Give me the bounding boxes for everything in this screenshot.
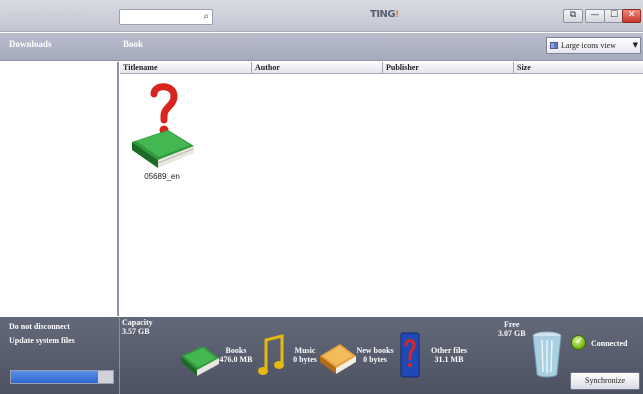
close-icon[interactable]: ✕ (622, 9, 641, 23)
column-titlename[interactable]: Titlename (120, 62, 251, 74)
book-item[interactable]: 05689_en (124, 80, 200, 192)
column-size[interactable]: Size (513, 62, 643, 74)
view-select-value: Large icons view (561, 41, 616, 50)
book-help-icon (132, 83, 194, 168)
search-input[interactable]: ⌕ (119, 9, 213, 25)
update-status-text: Update system files (9, 336, 75, 345)
trash-icon[interactable] (530, 330, 564, 380)
books-size: 476.0 MB (219, 355, 253, 364)
column-author[interactable]: Author (251, 62, 382, 74)
do-not-disconnect-text: Do not disconnect (9, 322, 70, 331)
maximize-icon[interactable]: ☐ (604, 9, 624, 23)
divider (119, 317, 120, 394)
left-panel (0, 62, 119, 316)
book-title: Book (123, 39, 144, 49)
other-files-size: 31.1 MB (434, 355, 464, 364)
capacity-value: 3.57 GB (122, 327, 150, 336)
books-icon[interactable] (179, 340, 221, 378)
synchronize-button[interactable]: Synchronize (570, 372, 640, 390)
connected-check-icon (571, 335, 586, 350)
update-progress-bar (10, 370, 114, 384)
column-headers: Titlename Author Publisher Size (120, 62, 643, 74)
minimize-icon[interactable]: — (585, 9, 605, 23)
other-files-label: Other files (430, 346, 468, 355)
title-bar: Tim ebook reader, Help ⌕ TING! ⧉ — ☐ ✕ (0, 0, 643, 32)
books-label: Books (225, 346, 247, 355)
music-label: Music (294, 346, 316, 355)
chevron-down-icon[interactable]: ▼ (633, 41, 638, 49)
new-books-size: 0 bytes (363, 355, 387, 364)
logo-text: TING (370, 9, 396, 20)
large-icons-icon (550, 42, 558, 49)
downloads-title[interactable]: Downloads (9, 39, 52, 49)
title-hint: Tim ebook reader, Help (8, 11, 84, 20)
search-icon[interactable]: ⌕ (203, 11, 209, 22)
free-value: 3.07 GB (498, 329, 526, 338)
book-caption: 05689_en (144, 172, 180, 181)
header-band: Downloads Book Large icons view ▼ (0, 33, 643, 61)
restore-icon[interactable]: ⧉ (563, 9, 583, 23)
progress-fill (11, 371, 98, 383)
connected-status: Connected (591, 339, 628, 348)
main-panel: Titlename Author Publisher Size 05689_en (120, 62, 643, 316)
logo-mark: ! (395, 10, 399, 20)
other-files-icon[interactable] (400, 332, 420, 378)
new-books-label: New books (356, 346, 394, 355)
column-publisher[interactable]: Publisher (382, 62, 513, 74)
view-select[interactable]: Large icons view ▼ (546, 37, 641, 54)
music-icon[interactable] (256, 334, 286, 378)
new-books-icon[interactable] (318, 338, 358, 378)
app-logo: TING! (370, 9, 399, 20)
free-label: Free (504, 320, 520, 329)
music-size: 0 bytes (293, 355, 317, 364)
capacity-label: Capacity (122, 318, 153, 327)
